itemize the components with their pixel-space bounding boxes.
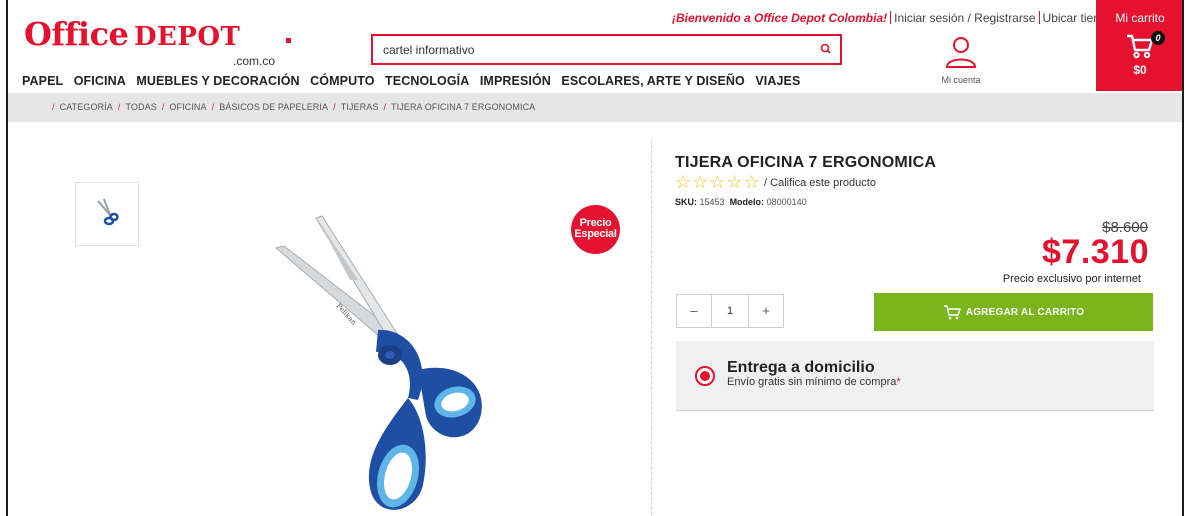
- quantity-input[interactable]: 1: [711, 295, 749, 327]
- star-icon[interactable]: ☆: [709, 172, 725, 192]
- cart-button[interactable]: Mi carrito 0 $0: [1096, 0, 1182, 91]
- page: Office DEPOT .com.co ¡Bienvenido a Offic…: [6, 0, 1184, 516]
- main-navigation: PAPEL OFICINA MUEBLES Y DECORACIÓN CÓMPU…: [22, 74, 807, 88]
- nav-item-oficina[interactable]: OFICINA: [74, 74, 126, 88]
- star-icon[interactable]: ☆: [726, 172, 742, 192]
- rating[interactable]: ☆☆☆☆☆ / Califica este producto: [675, 173, 876, 191]
- model-label: Modelo:: [729, 197, 765, 207]
- delivery-option[interactable]: Entrega a domicilio Envío gratis sin mín…: [676, 341, 1154, 411]
- add-to-cart-button[interactable]: AGREGAR AL CARRITO: [874, 293, 1153, 331]
- login-link[interactable]: Iniciar sesión / Registrarse: [894, 11, 1035, 25]
- current-price: $7.310: [1042, 233, 1149, 271]
- quantity-increase-button[interactable]: +: [749, 295, 783, 327]
- search-icon: [820, 43, 831, 54]
- breadcrumb-bar: / CATEGORÍA / TODAS / OFICINA / BÁSICOS DE PAPE…: [8, 93, 1182, 122]
- breadcrumb-separator: /: [52, 102, 55, 112]
- divider: [890, 11, 892, 24]
- search-input[interactable]: [383, 41, 803, 59]
- nav-item-escolares[interactable]: ESCOLARES, ARTE Y DISEÑO: [561, 74, 744, 88]
- breadcrumb: / CATEGORÍA / TODAS / OFICINA / BÁSICOS DE PAPE…: [47, 102, 535, 112]
- top-links: ¡Bienvenido a Office Depot Colombia! Inic…: [672, 11, 1113, 25]
- delivery-subtitle-text: Envío gratis sin mínimo de compra: [727, 376, 897, 388]
- logo-domain: .com.co: [233, 54, 276, 68]
- cart-amount: $0: [1133, 63, 1147, 77]
- column-divider: [651, 140, 652, 516]
- logo-depot-text: DEPOT: [133, 22, 241, 52]
- special-price-badge: Precio Especial: [571, 205, 620, 254]
- cart-title: Mi carrito: [1115, 11, 1165, 25]
- sku-line: SKU: 15453 Modelo: 08000140: [675, 197, 807, 207]
- star-icon[interactable]: ☆: [744, 172, 760, 192]
- nav-item-papel[interactable]: PAPEL: [22, 74, 63, 88]
- breadcrumb-separator: /: [383, 102, 387, 112]
- logo-dot: [286, 38, 291, 43]
- quantity-stepper: – 1 +: [676, 294, 784, 328]
- nav-item-viajes[interactable]: VIAJES: [755, 74, 800, 88]
- search-button[interactable]: [816, 39, 836, 59]
- star-icon[interactable]: ☆: [675, 172, 691, 192]
- delivery-subtitle: Envío gratis sin mínimo de compra*: [727, 376, 901, 388]
- delivery-asterisk: *: [896, 376, 901, 388]
- breadcrumb-item[interactable]: TODAS: [125, 102, 156, 112]
- star-icon[interactable]: ☆: [692, 172, 708, 192]
- breadcrumb-current: TIJERA OFICINA 7 ERGONOMICA: [391, 102, 536, 112]
- product-thumbnail[interactable]: [75, 182, 139, 246]
- breadcrumb-item[interactable]: BÁSICOS DE PAPELERIA: [219, 102, 328, 112]
- model-value: 08000140: [766, 197, 807, 207]
- scissors-thumbnail-image: [97, 198, 119, 226]
- add-to-cart-label: AGREGAR AL CARRITO: [965, 306, 1085, 318]
- product-title: TIJERA OFICINA 7 ERGONOMICA: [675, 154, 937, 171]
- divider: [1038, 11, 1040, 24]
- breadcrumb-separator: /: [211, 102, 215, 112]
- breadcrumb-separator: /: [161, 102, 165, 112]
- nav-item-muebles[interactable]: MUEBLES Y DECORACIÓN: [136, 74, 299, 88]
- welcome-message: ¡Bienvenido a Office Depot Colombia!: [672, 11, 888, 25]
- rate-product-link[interactable]: / Califica este producto: [764, 177, 876, 189]
- cart-count-badge: 0: [1151, 31, 1165, 45]
- breadcrumb-item[interactable]: CATEGORÍA: [60, 102, 113, 112]
- breadcrumb-separator: /: [333, 102, 336, 112]
- cart-icon: [943, 305, 961, 320]
- breadcrumb-item[interactable]: TIJERAS: [341, 102, 379, 112]
- user-icon: [945, 37, 977, 68]
- account-button[interactable]: Mi cuenta: [926, 36, 996, 85]
- nav-item-computo[interactable]: CÓMPUTO: [310, 74, 374, 88]
- quantity-decrease-button[interactable]: –: [677, 295, 711, 327]
- search-box: [371, 34, 842, 65]
- nav-item-impresion[interactable]: IMPRESIÓN: [480, 74, 551, 88]
- delivery-radio[interactable]: [695, 366, 715, 386]
- sku-label: SKU:: [675, 197, 697, 207]
- price-note: Precio exclusivo por internet: [1002, 273, 1141, 285]
- breadcrumb-item[interactable]: OFICINA: [169, 102, 206, 112]
- promo-line-2: Especial: [574, 228, 617, 240]
- product-main-image[interactable]: Pelikan: [258, 210, 538, 516]
- nav-item-tecnologia[interactable]: TECNOLOGÍA: [385, 74, 469, 88]
- logo-office-text: Office: [24, 15, 129, 53]
- sku-value: 15453: [699, 197, 725, 207]
- delivery-title: Entrega a domicilio: [727, 359, 875, 376]
- office-depot-logo[interactable]: Office DEPOT: [24, 18, 240, 50]
- breadcrumb-separator: /: [117, 102, 121, 112]
- account-label: Mi cuenta: [941, 75, 981, 85]
